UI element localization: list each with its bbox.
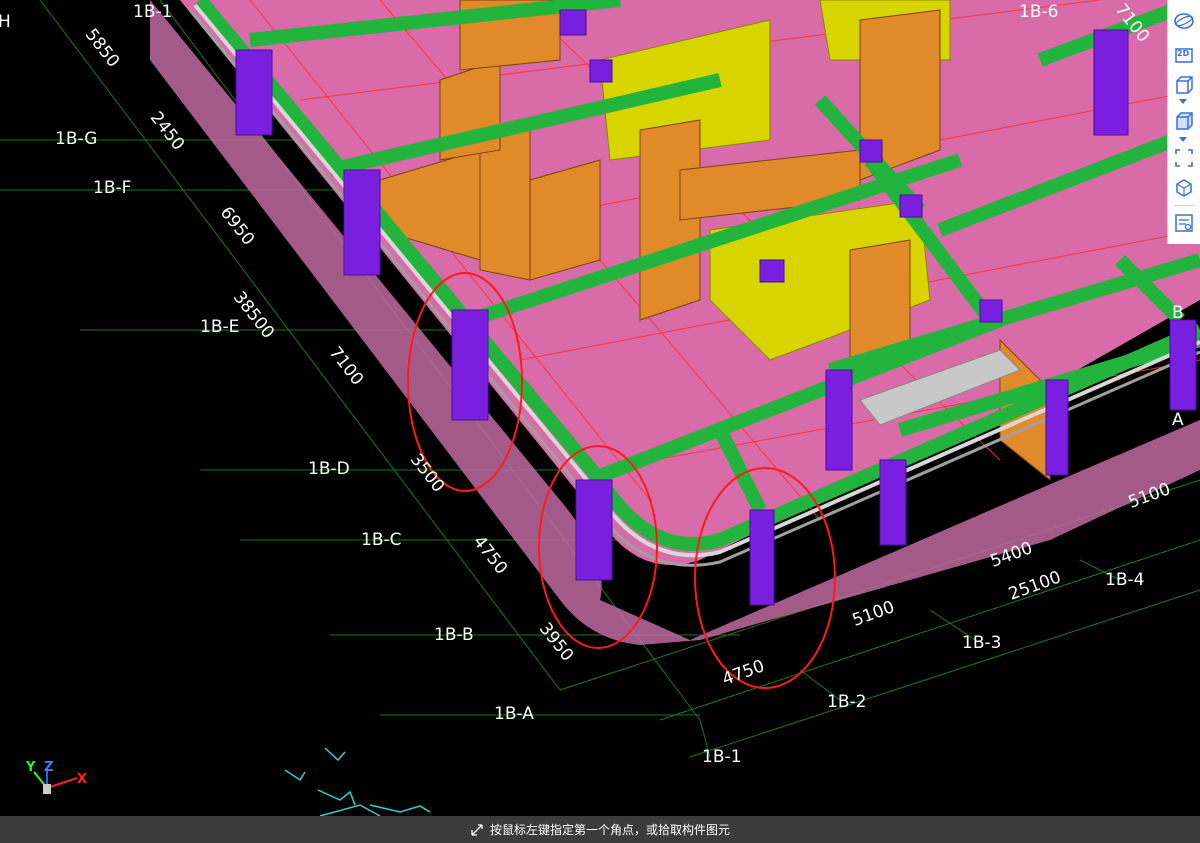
grid-axis-h: H xyxy=(0,12,11,32)
grid-axis-1b-3: 1B-3 xyxy=(962,633,1002,653)
grid-axis-1b-2: 1B-2 xyxy=(827,692,867,712)
component-filter-icon xyxy=(1176,179,1192,197)
grid-axis-1b-b: 1B-B xyxy=(434,625,474,645)
building-model-scene[interactable] xyxy=(0,0,1200,816)
marquee-select-button[interactable] xyxy=(1171,145,1197,171)
solid-box-button[interactable] xyxy=(1171,108,1197,134)
status-bar: 按鼠标左键指定第一个角点，或拾取构件图元 xyxy=(0,816,1200,843)
box-view-dropdown-caret[interactable] xyxy=(1179,99,1187,104)
sphere-view-icon xyxy=(1174,13,1194,29)
grid-axis-1b-4: 1B-4 xyxy=(1105,570,1145,590)
axis-gizmo: Y Z X xyxy=(22,760,92,800)
corner-select-icon xyxy=(470,823,484,837)
marquee-select-icon xyxy=(1175,149,1193,167)
solid-box-icon xyxy=(1176,112,1193,130)
2d-view-label: 2D xyxy=(1177,49,1190,58)
gizmo-z-label: Z xyxy=(44,760,54,775)
grid-axis-b-right: B xyxy=(1172,303,1184,323)
3d-viewport[interactable]: H 1B-G 1B-F 1B-E 1B-D 1B-C 1B-B 1B-A 1B-… xyxy=(0,0,1200,816)
gizmo-y-label: Y xyxy=(26,760,36,775)
grid-axis-a-right: A xyxy=(1172,410,1184,430)
grid-axis-1b-f: 1B-F xyxy=(93,178,132,198)
gizmo-x-label: X xyxy=(77,772,88,787)
grid-axis-1b-6-top: 1B-6 xyxy=(1019,2,1059,22)
grid-axis-1b-1-top: 1B-1 xyxy=(133,2,173,22)
toolbar-divider xyxy=(1174,205,1195,206)
box-view-icon xyxy=(1176,76,1193,94)
view-toolbar: 2D xyxy=(1167,0,1200,244)
grid-axis-1b-1: 1B-1 xyxy=(702,747,742,767)
solid-box-dropdown-caret[interactable] xyxy=(1179,137,1187,142)
grid-axis-1b-c: 1B-C xyxy=(361,530,402,550)
2d-view-button[interactable]: 2D xyxy=(1171,42,1197,68)
status-message: 按鼠标左键指定第一个角点，或拾取构件图元 xyxy=(489,823,730,837)
grid-axis-1b-g: 1B-G xyxy=(55,129,98,149)
component-filter-button[interactable] xyxy=(1171,175,1197,201)
grid-axis-1b-a: 1B-A xyxy=(494,704,534,724)
sphere-view-button[interactable] xyxy=(1171,8,1197,34)
box-view-button[interactable] xyxy=(1171,72,1197,98)
property-list-icon xyxy=(1175,214,1193,232)
grid-axis-1b-e: 1B-E xyxy=(200,317,240,337)
grid-axis-1b-d: 1B-D xyxy=(308,459,350,479)
property-list-button[interactable] xyxy=(1171,210,1197,236)
